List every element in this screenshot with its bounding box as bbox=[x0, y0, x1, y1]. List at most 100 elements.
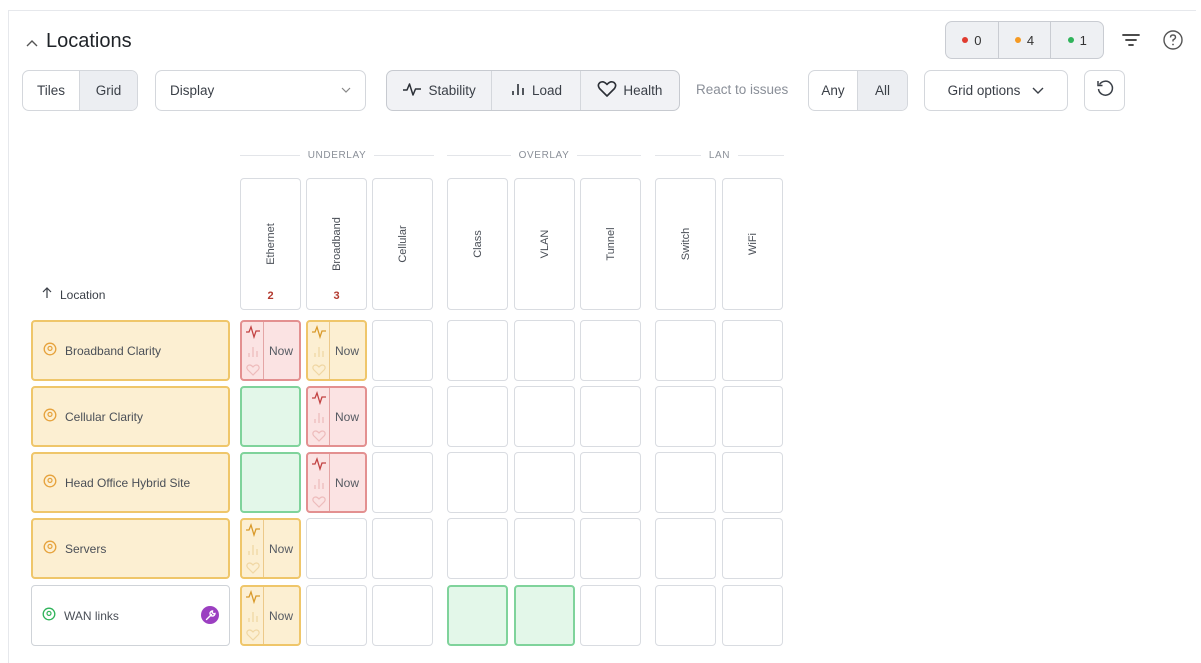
grid-cell[interactable] bbox=[655, 320, 716, 381]
status-counts[interactable]: 0 4 1 bbox=[945, 21, 1104, 59]
grid-cell[interactable] bbox=[372, 452, 433, 513]
grid-options-dropdown[interactable]: Grid options bbox=[924, 70, 1068, 111]
grid-cell[interactable] bbox=[722, 452, 783, 513]
status-count-value: 4 bbox=[1026, 32, 1035, 48]
column-header-broadband[interactable]: Broadband 3 bbox=[306, 178, 367, 310]
grid-cell[interactable] bbox=[306, 585, 367, 646]
grid-cell[interactable] bbox=[447, 320, 508, 381]
grid-cell[interactable]: Now bbox=[306, 452, 367, 513]
location-name: Cellular Clarity bbox=[65, 409, 144, 424]
grid-cell[interactable]: Now bbox=[240, 518, 301, 579]
column-header-vlan[interactable]: VLAN bbox=[514, 178, 575, 310]
grid-cell[interactable] bbox=[580, 585, 641, 646]
grid-cell[interactable] bbox=[722, 320, 783, 381]
grid-cell[interactable]: Now bbox=[306, 320, 367, 381]
grid-cell[interactable] bbox=[240, 386, 301, 447]
arrow-up-icon bbox=[42, 287, 52, 302]
group-label: OVERLAY bbox=[518, 149, 570, 161]
column-header-switch[interactable]: Switch bbox=[655, 178, 716, 310]
load-button[interactable]: Load bbox=[492, 71, 581, 110]
react-toggle[interactable]: Any All bbox=[808, 70, 908, 111]
grid-cell[interactable] bbox=[514, 386, 575, 447]
grid-cell[interactable] bbox=[580, 320, 641, 381]
grid-cell[interactable] bbox=[240, 452, 301, 513]
grid-cell[interactable] bbox=[722, 386, 783, 447]
grid-cell[interactable] bbox=[655, 585, 716, 646]
red-dot-icon bbox=[962, 37, 969, 43]
grid-cell[interactable] bbox=[722, 518, 783, 579]
column-header-ethernet[interactable]: Ethernet 2 bbox=[240, 178, 301, 310]
health-button[interactable]: Health bbox=[581, 71, 679, 110]
column-label: Tunnel bbox=[604, 227, 617, 261]
column-label: WiFi bbox=[746, 233, 759, 255]
column-count: 2 bbox=[267, 290, 274, 302]
collapse-chevron-icon[interactable] bbox=[26, 34, 38, 50]
location-row-label[interactable]: Servers bbox=[31, 518, 230, 579]
group-label: LAN bbox=[708, 149, 731, 161]
grid-cell[interactable] bbox=[514, 585, 575, 646]
pulse-icon bbox=[402, 81, 422, 100]
metric-toggle[interactable]: Stability Load Health bbox=[386, 70, 680, 111]
grid-cell[interactable] bbox=[514, 320, 575, 381]
grid-cell[interactable] bbox=[655, 452, 716, 513]
react-any-button[interactable]: Any bbox=[809, 71, 859, 110]
location-row-label[interactable]: WAN links bbox=[31, 585, 230, 646]
reset-button[interactable] bbox=[1084, 70, 1125, 111]
location-sort-header[interactable]: Location bbox=[42, 287, 105, 302]
grid-cell[interactable] bbox=[580, 386, 641, 447]
grid-cell[interactable] bbox=[722, 585, 783, 646]
metric-strip bbox=[242, 322, 264, 379]
reset-icon bbox=[1095, 78, 1115, 103]
cell-now-label: Now bbox=[269, 344, 294, 358]
grid-cell[interactable] bbox=[655, 386, 716, 447]
grid-cell[interactable] bbox=[306, 518, 367, 579]
cell-now-label: Now bbox=[269, 542, 294, 556]
location-name: Servers bbox=[65, 541, 107, 556]
column-header-wifi[interactable]: WiFi bbox=[722, 178, 783, 310]
grid-cell[interactable] bbox=[655, 518, 716, 579]
wrench-icon[interactable] bbox=[201, 606, 219, 624]
help-icon[interactable] bbox=[1162, 29, 1184, 51]
grid-cell[interactable] bbox=[372, 386, 433, 447]
grid-cell[interactable] bbox=[447, 518, 508, 579]
grid-cell[interactable] bbox=[447, 452, 508, 513]
grid-cell[interactable] bbox=[514, 518, 575, 579]
view-toggle[interactable]: Tiles Grid bbox=[22, 70, 138, 111]
display-select[interactable]: Display bbox=[155, 70, 366, 111]
grid-cell[interactable] bbox=[580, 452, 641, 513]
grid-cell[interactable] bbox=[372, 585, 433, 646]
stability-button[interactable]: Stability bbox=[387, 71, 493, 110]
grid-cell[interactable] bbox=[372, 320, 433, 381]
grid-options-label: Grid options bbox=[947, 83, 1021, 98]
tiles-view-button[interactable]: Tiles bbox=[23, 71, 81, 110]
panel-header[interactable]: Locations bbox=[26, 30, 132, 53]
grid-cell[interactable]: Now bbox=[240, 320, 301, 381]
grid-cell[interactable] bbox=[447, 386, 508, 447]
grid-cell[interactable] bbox=[580, 518, 641, 579]
orange-dot-icon bbox=[1014, 37, 1021, 43]
grid-cell[interactable] bbox=[372, 518, 433, 579]
cell-now-label: Now bbox=[335, 476, 360, 490]
location-row-label[interactable]: Broadband Clarity bbox=[31, 320, 230, 381]
location-pin-icon bbox=[42, 607, 56, 624]
group-lan: LAN bbox=[655, 148, 785, 162]
grid-view-button[interactable]: Grid bbox=[80, 71, 137, 110]
location-row-label[interactable]: Cellular Clarity bbox=[31, 386, 230, 447]
grid-cell[interactable]: Now bbox=[240, 585, 301, 646]
column-header-tunnel[interactable]: Tunnel bbox=[580, 178, 641, 310]
cell-now-label: Now bbox=[335, 344, 360, 358]
filter-icon[interactable] bbox=[1120, 30, 1142, 50]
react-to-issues-label: React to issues bbox=[696, 82, 789, 97]
location-row-label[interactable]: Head Office Hybrid Site bbox=[31, 452, 230, 513]
page-title: Locations bbox=[46, 30, 132, 52]
column-header-class[interactable]: Class bbox=[447, 178, 508, 310]
grid-cell[interactable]: Now bbox=[306, 386, 367, 447]
column-header-cellular[interactable]: Cellular bbox=[372, 178, 433, 310]
status-count-red[interactable]: 0 bbox=[946, 22, 999, 58]
status-count-orange[interactable]: 4 bbox=[999, 22, 1052, 58]
react-all-button[interactable]: All bbox=[858, 71, 907, 110]
grid-cell[interactable] bbox=[447, 585, 508, 646]
grid-cell[interactable] bbox=[514, 452, 575, 513]
heart-icon bbox=[597, 80, 617, 101]
status-count-green[interactable]: 1 bbox=[1051, 22, 1103, 58]
